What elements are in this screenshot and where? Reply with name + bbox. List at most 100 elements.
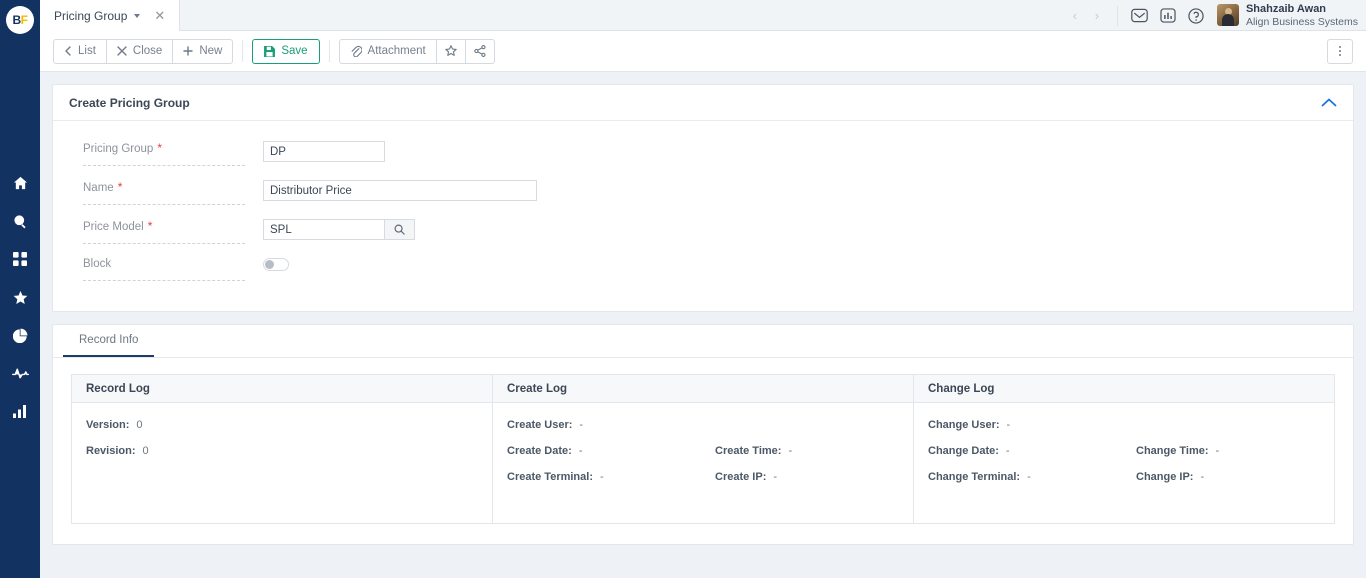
record-info-tabstrip: Record Info [53,325,1353,358]
panel-title: Record Log [72,375,492,403]
favorite-button[interactable] [436,38,466,64]
sidebar-item-reports[interactable] [0,325,40,345]
nav-prev-button[interactable]: ‹ [1065,0,1085,31]
field-value: - [578,445,583,457]
record-info-card: Record Info Record Log Version: 0 Revisi… [52,324,1354,545]
kebab-dot-1 [1339,46,1341,48]
user-info: Shahzaib Awan Align Business Systems [1246,3,1358,28]
block-control [263,258,289,271]
tab-record-info[interactable]: Record Info [63,334,155,357]
action-toolbar: List Close New Save Attachment [40,31,1366,72]
sidebar-item-search[interactable] [0,211,40,231]
form-row-price-model: Price Model * SPL [83,219,1333,245]
panel-row: Change User: - [928,419,1320,431]
header-icon-group [1118,7,1217,24]
field-create-terminal: Create Terminal: - [507,471,715,483]
help-icon[interactable] [1188,7,1204,24]
attachment-button[interactable]: Attachment [338,38,437,64]
more-options-button[interactable] [1327,38,1353,64]
sidebar-item-apps[interactable] [0,249,40,269]
field-key: Create Time: [715,445,782,457]
top-tab-bar: Pricing Group ✕ ‹ › Shahzaib Awan Align … [40,0,1366,31]
field-create-ip: Create IP: - [715,471,777,483]
kebab-dot-3 [1339,54,1341,56]
field-key: Change Terminal: [928,471,1021,483]
panel-row: Change Date: - Change Time: - [928,445,1320,457]
share-button[interactable] [465,38,495,64]
label-text: Pricing Group [83,143,154,155]
field-change-ip: Change IP: - [1136,471,1204,483]
field-value: - [788,445,793,457]
field-key: Change Date: [928,445,999,457]
field-key: Version: [86,419,130,431]
save-button[interactable]: Save [252,38,320,64]
field-change-time: Change Time: - [1136,445,1219,457]
close-button[interactable]: Close [106,38,174,64]
messages-icon[interactable] [1131,8,1148,23]
pricing-group-input[interactable]: DP [263,141,385,162]
field-value: - [1005,445,1010,457]
field-value: - [600,471,604,483]
field-version: Version: 0 [86,419,294,431]
avatar [1216,4,1239,27]
panel-row: Create Date: - Create Time: - [507,445,899,457]
search-icon[interactable] [385,219,415,240]
chevron-up-icon[interactable] [1321,98,1337,107]
panel-body: Create User: - Create Date: - Create Tim… [493,403,913,517]
name-input[interactable]: Distributor Price [263,180,537,201]
page-title: Create Pricing Group [69,95,190,110]
list-button[interactable]: List [53,38,107,64]
required-marker: * [117,180,123,194]
dashboard-icon[interactable] [1160,8,1176,23]
toggle-knob [265,260,274,269]
panel-row: Change Terminal: - Change IP: - [928,471,1320,483]
form-body: Pricing Group * DP Name * Distributor Pr… [53,121,1353,311]
field-key: Change User: [928,419,1000,431]
field-key: Create Date: [507,445,572,457]
field-value: - [579,419,584,431]
panel-title: Create Log [493,375,913,403]
tab-pricing-group[interactable]: Pricing Group ✕ [40,0,181,31]
panel-create-log: Create Log Create User: - Create Date: - [493,375,914,523]
bf-logo[interactable]: BF [6,6,34,34]
field-create-user: Create User: - [507,419,715,431]
record-info-panels: Record Log Version: 0 Revision: 0 Create… [71,374,1335,524]
logo-letter-f: F [20,13,28,27]
block-label: Block [83,258,245,281]
sidebar-item-analytics[interactable] [0,401,40,421]
price-model-label: Price Model * [83,219,245,244]
header-nav-arrows: ‹ › [1065,0,1117,31]
field-key: Revision: [86,445,136,457]
form-row-block: Block [83,258,1333,284]
nav-next-button[interactable]: › [1087,0,1107,31]
required-marker: * [147,219,153,233]
block-toggle[interactable] [263,258,289,271]
sidebar-item-home[interactable] [0,173,40,193]
save-button-label: Save [281,45,308,57]
field-change-user: Change User: - [928,419,1136,431]
chevron-down-icon[interactable] [134,13,141,18]
sidebar-item-favorites[interactable] [0,287,40,307]
field-value: 0 [142,445,149,457]
toolbar-divider [242,40,244,62]
tab-label: Pricing Group [54,8,128,23]
sidebar-item-activity[interactable] [0,363,40,383]
close-icon[interactable]: ✕ [154,9,165,22]
logo-letter-b: B [12,13,21,27]
field-key: Create IP: [715,471,767,483]
panel-row: Version: 0 [86,419,478,431]
panel-row: Create User: - [507,419,899,431]
list-button-label: List [78,45,96,57]
field-value: - [1027,471,1031,483]
field-key: Change IP: [1136,471,1194,483]
panel-body: Change User: - Change Date: - Change Tim… [914,403,1334,517]
field-key: Change Time: [1136,445,1209,457]
field-value: - [1215,445,1220,457]
close-button-label: Close [132,45,163,57]
panel-title: Change Log [914,375,1334,403]
price-model-input[interactable]: SPL [263,219,385,240]
name-label: Name * [83,180,245,205]
main-content: Create Pricing Group Pricing Group * DP [40,72,1366,578]
user-profile[interactable]: Shahzaib Awan Align Business Systems [1216,3,1366,28]
new-button[interactable]: New [173,38,234,64]
